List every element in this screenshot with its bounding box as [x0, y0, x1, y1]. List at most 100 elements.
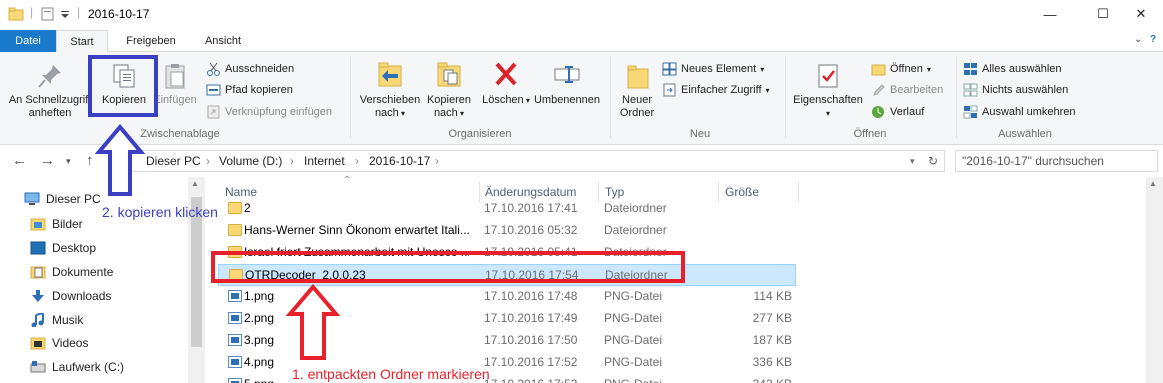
file-type: PNG-Datei	[604, 355, 663, 369]
delete-button[interactable]: Löschen ▾	[482, 60, 530, 107]
computer-icon	[24, 192, 40, 206]
help-icon[interactable]: ?	[1150, 34, 1156, 45]
edit-button[interactable]: Bearbeiten	[871, 81, 943, 99]
easy-access-button[interactable]: Einfacher Zugriff ▾	[662, 81, 770, 99]
edit-label: Bearbeiten	[890, 84, 944, 96]
navigation-bar: ← → ▾ ↑ › Dieser PC › Volume (D:) › Inte…	[0, 145, 1163, 177]
file-row[interactable]: 2 17.10.2016 17:41 Dateiordner	[218, 198, 796, 220]
new-folder-icon	[627, 65, 649, 89]
step2-instruction: 2. kopieren klicken	[102, 204, 218, 220]
recent-locations-icon[interactable]: ▾	[66, 156, 71, 167]
copy-to-label-line2: nach	[433, 107, 458, 119]
select-none-button[interactable]: Nichts auswählen	[963, 81, 1068, 99]
nav-item-dokumente[interactable]: Dokumente	[30, 261, 113, 283]
close-button[interactable]: ✕	[1118, 0, 1163, 28]
nav-item-laufwerk-c[interactable]: Laufwerk (C:)	[30, 356, 124, 378]
file-date: 17.10.2016 17:52	[484, 355, 578, 369]
rename-icon	[554, 66, 580, 83]
group-separator	[956, 56, 957, 138]
breadcrumb-volume-d[interactable]: Volume (D:)	[219, 154, 282, 168]
column-header-type[interactable]: Typ	[605, 185, 624, 199]
select-all-button[interactable]: Alles auswählen	[963, 60, 1062, 78]
folder-icon	[228, 202, 242, 214]
tab-datei[interactable]: Datei	[0, 30, 56, 52]
move-to-button[interactable]: Verschieben nach ▾	[356, 60, 424, 120]
pictures-folder-icon	[30, 217, 46, 231]
title-bar: | | 2016-10-17 — ☐ ✕	[0, 0, 1163, 30]
ribbon-tabs: Datei Start Freigeben Ansicht ⌄ ?	[0, 30, 1163, 52]
up-arrow-annotation-icon	[286, 284, 340, 360]
pin-quick-access-button[interactable]: An Schnellzugriff anheften	[4, 62, 96, 120]
pin-label-line2: anheften	[28, 107, 72, 119]
nav-item-musik[interactable]: Musik	[30, 309, 83, 331]
file-size: 342 KB	[720, 377, 792, 383]
file-date: 17.10.2016 17:48	[484, 289, 578, 303]
delete-x-icon	[495, 62, 517, 86]
properties-button[interactable]: Eigenschaften ▾	[788, 62, 868, 120]
breadcrumb-current-folder[interactable]: 2016-10-17	[369, 154, 430, 168]
properties-icon[interactable]	[40, 7, 56, 21]
new-item-button[interactable]: Neues Element ▾	[662, 60, 764, 78]
paste-shortcut-button[interactable]: Verknüpfung einfügen	[206, 103, 332, 121]
file-type: PNG-Datei	[604, 333, 663, 347]
cut-label: Ausschneiden	[225, 63, 295, 75]
select-all-label: Alles auswählen	[982, 63, 1062, 75]
nav-item-desktop[interactable]: Desktop	[30, 237, 96, 259]
up-arrow-icon[interactable]: ↑	[86, 152, 94, 169]
new-folder-button[interactable]: Neuer Ordner	[614, 62, 660, 120]
tab-freigeben[interactable]: Freigeben	[118, 30, 184, 52]
separator-icon: |	[77, 5, 81, 19]
folder-icon	[228, 224, 242, 236]
rename-button[interactable]: Umbenennen	[530, 60, 604, 107]
file-row[interactable]: Hans-Werner Sinn Ökonom erwartet Itali..…	[218, 220, 796, 242]
tab-ansicht[interactable]: Ansicht	[193, 30, 253, 52]
address-history-dropdown-icon[interactable]: ▾	[910, 156, 915, 167]
open-button[interactable]: Öffnen ▾	[871, 60, 931, 78]
scroll-up-icon[interactable]: ▲	[191, 179, 199, 188]
new-folder-label-line2: Ordner	[619, 107, 655, 119]
file-date: 17.10.2016 05:32	[484, 223, 578, 237]
file-date: 17.10.2016 17:49	[484, 311, 578, 325]
window-title: 2016-10-17	[88, 7, 150, 21]
edit-pencil-icon	[871, 83, 886, 97]
ribbon-collapse-icon[interactable]: ⌄	[1134, 34, 1142, 45]
nav-item-bilder[interactable]: Bilder	[30, 213, 83, 235]
nav-item-dieser-pc[interactable]: Dieser PC	[24, 188, 101, 210]
cut-button[interactable]: Ausschneiden	[206, 60, 294, 78]
pin-icon	[38, 65, 61, 88]
copy-path-icon	[206, 83, 221, 97]
tab-start[interactable]: Start	[56, 30, 108, 52]
search-input[interactable]: "2016-10-17" durchsuchen	[955, 150, 1158, 172]
file-name: Hans-Werner Sinn Ökonom erwartet Itali..…	[244, 223, 469, 237]
copy-path-button[interactable]: Pfad kopieren	[206, 81, 293, 99]
quick-access-dropdown-icon[interactable]	[60, 7, 70, 21]
nav-item-downloads[interactable]: Downloads	[30, 285, 111, 307]
paste-shortcut-label: Verknüpfung einfügen	[225, 106, 333, 118]
move-to-icon	[378, 62, 402, 87]
group-label-organize: Organisieren	[448, 128, 512, 140]
breadcrumb-internet[interactable]: Internet	[304, 154, 345, 168]
column-header-size[interactable]: Größe	[725, 185, 759, 199]
file-date: 17.10.2016 17:41	[484, 201, 578, 215]
scroll-up-icon[interactable]: ▲	[1149, 179, 1157, 188]
address-bar[interactable]: › Dieser PC › Volume (D:) › Internet › 2…	[117, 150, 945, 172]
nav-item-label: Laufwerk (C:)	[52, 360, 125, 374]
nav-item-videos[interactable]: Videos	[30, 332, 88, 354]
column-separator[interactable]	[798, 181, 799, 203]
minimize-button[interactable]: —	[1027, 0, 1073, 28]
refresh-icon[interactable]: ↻	[928, 154, 938, 168]
properties-check-icon	[818, 64, 838, 88]
back-arrow-icon[interactable]: ←	[12, 152, 27, 169]
copy-path-label: Pfad kopieren	[225, 84, 293, 96]
forward-arrow-icon[interactable]: →	[40, 152, 55, 169]
history-button[interactable]: Verlauf	[871, 103, 924, 121]
file-name: 2	[244, 201, 251, 215]
breadcrumb-separator: ›	[355, 154, 359, 168]
column-header-date[interactable]: Änderungsdatum	[485, 185, 576, 199]
file-list-scrollbar[interactable]	[1146, 177, 1163, 383]
copy-to-button[interactable]: Kopieren nach ▾	[424, 60, 474, 120]
breadcrumb-dieser-pc[interactable]: Dieser PC	[146, 154, 201, 168]
new-item-icon	[662, 62, 677, 76]
invert-selection-button[interactable]: Auswahl umkehren	[963, 103, 1076, 121]
column-header-name[interactable]: Name	[225, 185, 257, 199]
